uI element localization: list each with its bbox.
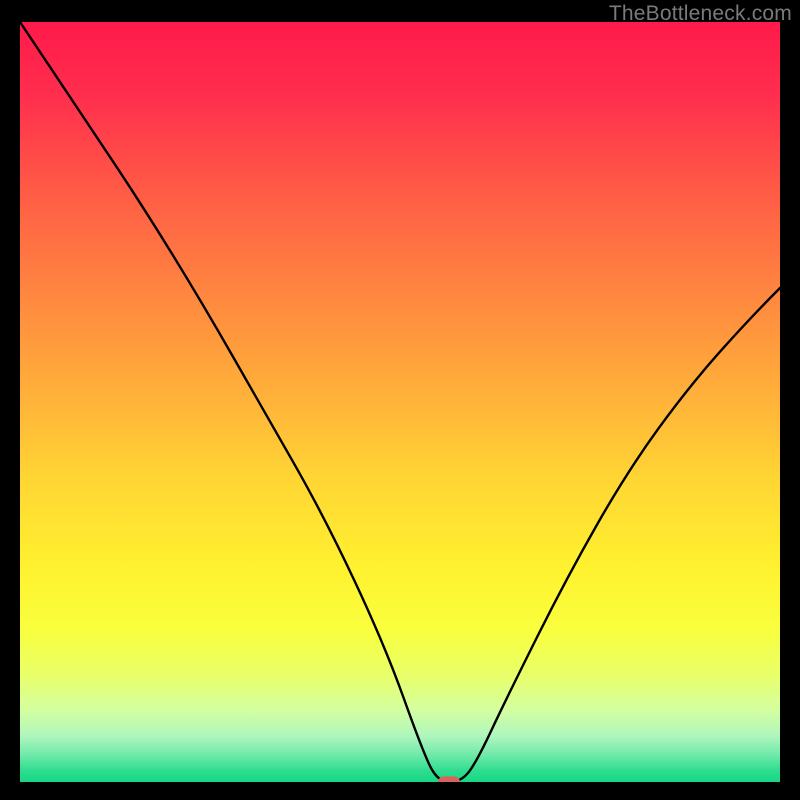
watermark-text: TheBottleneck.com xyxy=(609,2,792,26)
chart-frame: TheBottleneck.com xyxy=(0,0,800,800)
bottleneck-curve-path xyxy=(20,22,780,782)
curve-layer xyxy=(20,22,780,782)
plot-area xyxy=(20,22,780,782)
trough-marker xyxy=(438,777,460,783)
